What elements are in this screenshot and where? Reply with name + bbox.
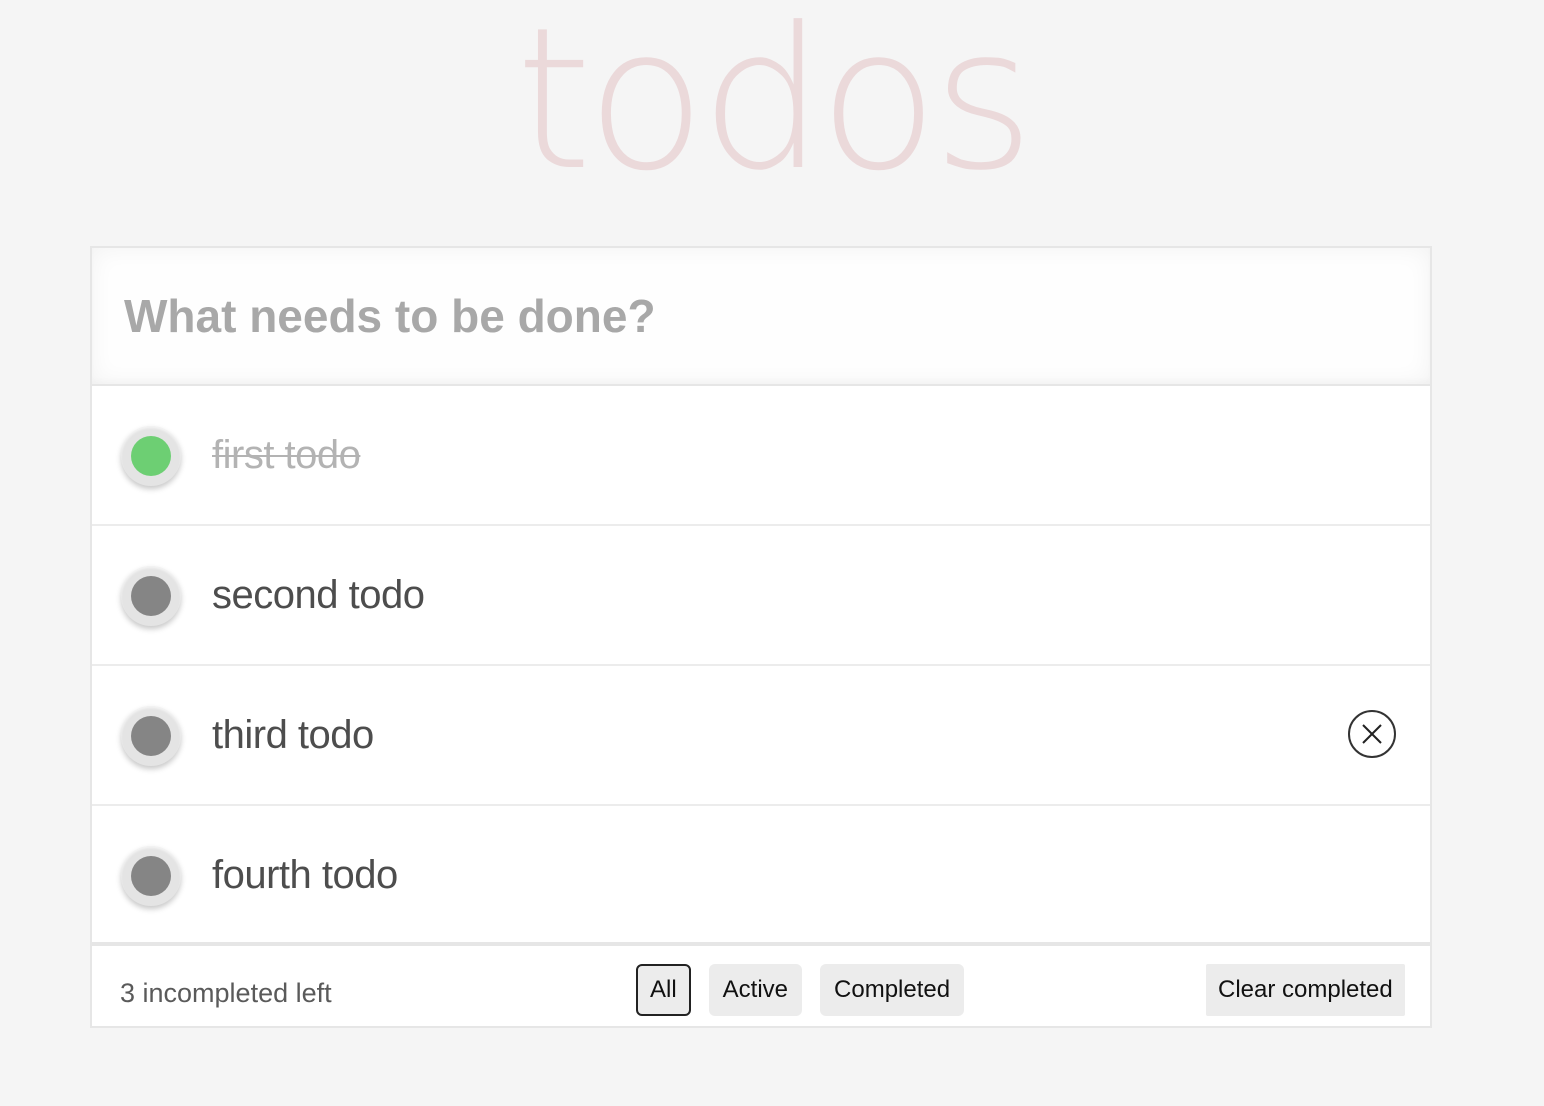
todo-toggle-checkbox[interactable] [121,566,181,626]
clear-completed-button[interactable]: Clear completed [1206,964,1405,1016]
todo-toggle-checkbox[interactable] [121,706,181,766]
todo-item-first[interactable]: first todo [92,386,1430,526]
todo-item-third[interactable]: third todo [92,666,1430,806]
todo-label[interactable]: second todo [212,526,425,664]
new-todo-input[interactable] [92,248,1430,386]
filters: All Active Completed [636,964,982,1016]
todo-toggle-checkbox[interactable] [121,426,181,486]
close-icon [1362,724,1382,744]
delete-todo-button[interactable] [1348,710,1396,758]
todo-toggle-checkbox[interactable] [121,846,181,906]
todo-app: first todo second todo third todo fourth… [90,246,1432,1028]
filter-completed-button[interactable]: Completed [820,964,965,1016]
filter-active-button[interactable]: Active [708,964,803,1016]
todo-count: 3 incompleted left [120,978,332,1008]
todo-label[interactable]: fourth todo [212,806,398,944]
todo-label[interactable]: third todo [212,666,374,804]
filter-all-button[interactable]: All [636,964,691,1016]
todo-item-second[interactable]: second todo [92,526,1430,666]
app-title: todos [515,0,1034,214]
todo-list: first todo second todo third todo fourth… [92,386,1430,946]
todo-item-fourth[interactable]: fourth todo [92,806,1430,946]
todo-label[interactable]: first todo [212,386,361,524]
todo-footer: 3 incompleted left All Active Completed … [92,950,1430,1026]
